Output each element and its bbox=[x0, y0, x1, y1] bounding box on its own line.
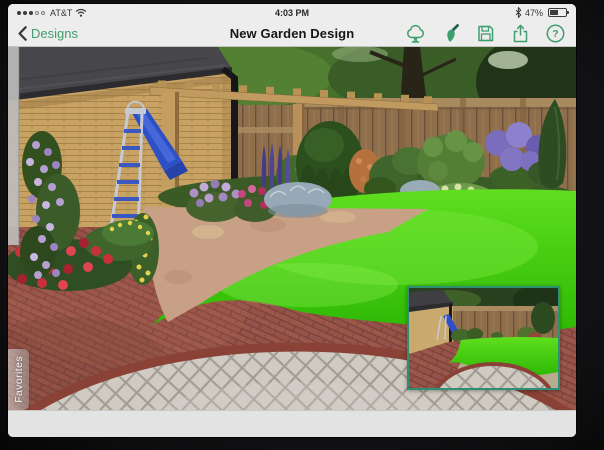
save-icon bbox=[478, 25, 494, 42]
design-canvas[interactable]: Favorites bbox=[8, 47, 576, 410]
save-button[interactable] bbox=[475, 23, 496, 44]
signal-strength-icon bbox=[17, 10, 45, 15]
status-left: AT&T bbox=[17, 8, 87, 18]
help-button[interactable]: ? bbox=[545, 23, 566, 44]
battery-icon bbox=[548, 8, 569, 17]
status-bar: AT&T 4:03 PM 47% bbox=[8, 4, 576, 21]
toolbar-actions: ? bbox=[405, 23, 566, 44]
favorites-tab[interactable]: Favorites bbox=[8, 349, 29, 410]
clock: 4:03 PM bbox=[274, 7, 309, 18]
battery-percent: 47% bbox=[524, 7, 543, 18]
add-plant-button[interactable] bbox=[405, 23, 426, 44]
app-window: AT&T 4:03 PM 47% Designs New Garden Desi… bbox=[8, 4, 576, 437]
tree-icon bbox=[407, 24, 424, 43]
carrier-label: AT&T bbox=[50, 7, 73, 18]
bluetooth-icon bbox=[515, 7, 522, 18]
back-chevron-icon bbox=[18, 26, 27, 41]
original-photo-thumbnail[interactable] bbox=[407, 286, 560, 390]
help-glyph: ? bbox=[552, 28, 558, 40]
navigation-bar: Designs New Garden Design ? bbox=[8, 21, 576, 47]
back-button[interactable]: Designs bbox=[18, 26, 78, 41]
trowel-icon bbox=[447, 24, 459, 42]
original-photo-image bbox=[409, 288, 558, 388]
back-label: Designs bbox=[31, 26, 78, 41]
favorites-tab-label: Favorites bbox=[12, 356, 25, 403]
bottom-toolbar bbox=[8, 410, 576, 437]
help-icon: ? bbox=[546, 24, 565, 43]
edit-tool-button[interactable] bbox=[440, 23, 461, 44]
wifi-icon bbox=[76, 8, 87, 17]
status-right: 47% bbox=[515, 7, 569, 18]
share-icon bbox=[513, 24, 528, 43]
share-button[interactable] bbox=[510, 23, 531, 44]
